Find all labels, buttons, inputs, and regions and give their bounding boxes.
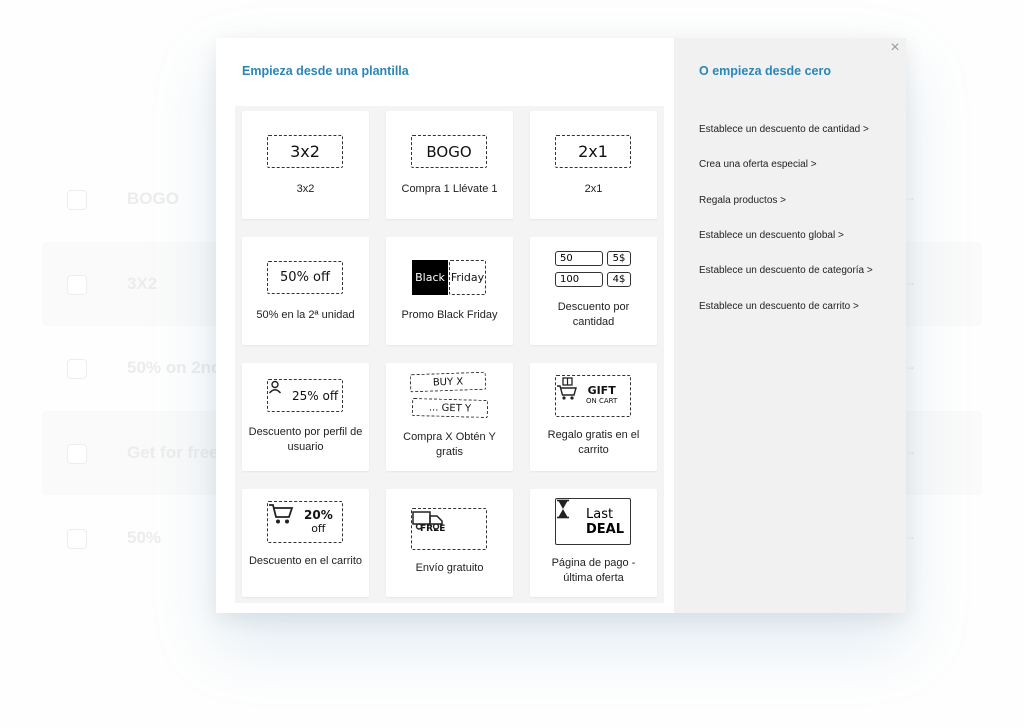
- scratch-option-category-discount[interactable]: Establece un descuento de categoría >: [699, 265, 873, 276]
- coupon-text-top: 20%: [304, 508, 333, 522]
- gift-cart-icon: [557, 377, 583, 409]
- template-card-last-deal[interactable]: Last DEAL Página de pago - última oferta: [530, 489, 657, 597]
- coupon-badge: BOGO: [411, 135, 487, 168]
- coupon-text-top: Last: [586, 506, 614, 522]
- coupon-text: 25% off: [292, 388, 339, 403]
- template-illustration: 50% off: [242, 237, 369, 307]
- coupon-badge: FREE: [411, 508, 487, 550]
- coupon-badge: 20% off: [267, 501, 343, 543]
- hourglass-icon: [557, 499, 580, 532]
- coupon-text-group: Last DEAL: [586, 507, 624, 537]
- template-illustration: 25% off: [242, 363, 369, 433]
- shopping-cart-icon: [269, 504, 301, 534]
- coupon-text-bottom: off: [311, 522, 326, 535]
- delivery-truck-icon: [412, 511, 479, 540]
- template-label: 3x2: [296, 183, 315, 195]
- scratch-panel: O empieza desde cero Establece un descue…: [674, 38, 906, 613]
- buy-x-badge: BUY X: [409, 371, 487, 393]
- coupon-badge: 25% off: [267, 379, 343, 412]
- template-card-free-shipping[interactable]: FREE Envío gratuito: [386, 489, 513, 597]
- price-cell: 4$: [607, 272, 631, 287]
- coupon-text-bottom: DEAL: [586, 521, 625, 537]
- template-illustration: 20% off: [242, 489, 369, 559]
- scratch-option-global-discount[interactable]: Establece un descuento global >: [699, 230, 844, 241]
- template-label: Envío gratuito: [415, 562, 484, 574]
- coupon-badge: 3x2: [267, 135, 343, 168]
- coupon-text-group: 20% off: [304, 508, 333, 536]
- coupon-text-group: GIFT ON CART: [586, 385, 617, 407]
- coupon-badge: 2x1: [555, 135, 631, 168]
- coupon-badge: GIFT ON CART: [555, 375, 631, 417]
- template-illustration: Last DEAL: [530, 489, 657, 559]
- friday-badge: Friday: [449, 260, 486, 295]
- template-illustration: FREE: [386, 489, 513, 559]
- scratch-option-gift-products[interactable]: Regala productos >: [699, 195, 786, 206]
- template-illustration: GIFT ON CART: [530, 363, 657, 433]
- template-panel: Empieza desde una plantilla 3x2 3x2 BOGO…: [216, 38, 674, 613]
- price-cell: 5$: [607, 251, 631, 266]
- template-picker-modal: Empieza desde una plantilla 3x2 3x2 BOGO…: [216, 38, 906, 613]
- coupon-text-bottom: ON CART: [586, 397, 618, 405]
- template-card-gift-on-cart[interactable]: GIFT ON CART Regalo gratis en el carrito: [530, 363, 657, 471]
- coupon-badge: Last DEAL: [555, 498, 631, 545]
- template-card-quantity-discount[interactable]: 50 5$ 100 4$ Descuento por cantidad: [530, 237, 657, 345]
- user-icon: [268, 380, 288, 403]
- scratch-option-special-offer[interactable]: Crea una oferta especial >: [699, 159, 817, 170]
- get-y-badge: ... GET Y: [411, 398, 489, 418]
- black-badge: Black: [412, 260, 448, 295]
- scratch-option-quantity-discount[interactable]: Establece un descuento de cantidad >: [699, 124, 869, 135]
- template-label: Descuento por perfil de usuario: [248, 426, 363, 453]
- close-icon[interactable]: ×: [888, 40, 902, 56]
- qty-cell: 100: [555, 272, 603, 287]
- template-label: Regalo gratis en el carrito: [547, 429, 640, 456]
- template-card-2x1[interactable]: 2x1 2x1: [530, 111, 657, 219]
- template-grid: 3x2 3x2 BOGO Compra 1 Llévate 1 2x1 2x1 …: [235, 106, 664, 603]
- template-illustration: BUY X ... GET Y: [386, 363, 513, 433]
- template-label: 50% en la 2ª unidad: [256, 309, 355, 321]
- template-label: Compra X Obtén Y gratis: [403, 431, 496, 458]
- template-illustration: 3x2: [242, 111, 369, 181]
- template-card-user-profile[interactable]: 25% off Descuento por perfil de usuario: [242, 363, 369, 471]
- template-section-title: Empieza desde una plantilla: [242, 64, 409, 78]
- coupon-text-top: GIFT: [587, 384, 616, 397]
- template-card-bogo[interactable]: BOGO Compra 1 Llévate 1: [386, 111, 513, 219]
- template-label: Descuento por cantidad: [557, 301, 630, 328]
- template-illustration: 50 5$ 100 4$: [530, 237, 657, 307]
- template-illustration: Black Friday: [386, 237, 513, 307]
- template-illustration: 2x1: [530, 111, 657, 181]
- template-card-cart-discount[interactable]: 20% off Descuento en el carrito: [242, 489, 369, 597]
- qty-cell: 50: [555, 251, 603, 266]
- template-card-black-friday[interactable]: Black Friday Promo Black Friday: [386, 237, 513, 345]
- template-label: Página de pago - última oferta: [551, 557, 636, 584]
- coupon-badge: 50% off: [267, 261, 343, 294]
- template-card-3x2[interactable]: 3x2 3x2: [242, 111, 369, 219]
- template-illustration: BOGO: [386, 111, 513, 181]
- template-label: Descuento en el carrito: [248, 555, 363, 567]
- template-label: Compra 1 Llévate 1: [401, 183, 498, 195]
- template-label: Promo Black Friday: [401, 309, 498, 321]
- template-card-buy-x-get-y[interactable]: BUY X ... GET Y Compra X Obtén Y gratis: [386, 363, 513, 471]
- template-card-50-second-unit[interactable]: 50% off 50% en la 2ª unidad: [242, 237, 369, 345]
- template-label: 2x1: [584, 183, 603, 195]
- scratch-section-title: O empieza desde cero: [699, 64, 832, 78]
- scratch-option-cart-discount[interactable]: Establece un descuento de carrito >: [699, 301, 859, 312]
